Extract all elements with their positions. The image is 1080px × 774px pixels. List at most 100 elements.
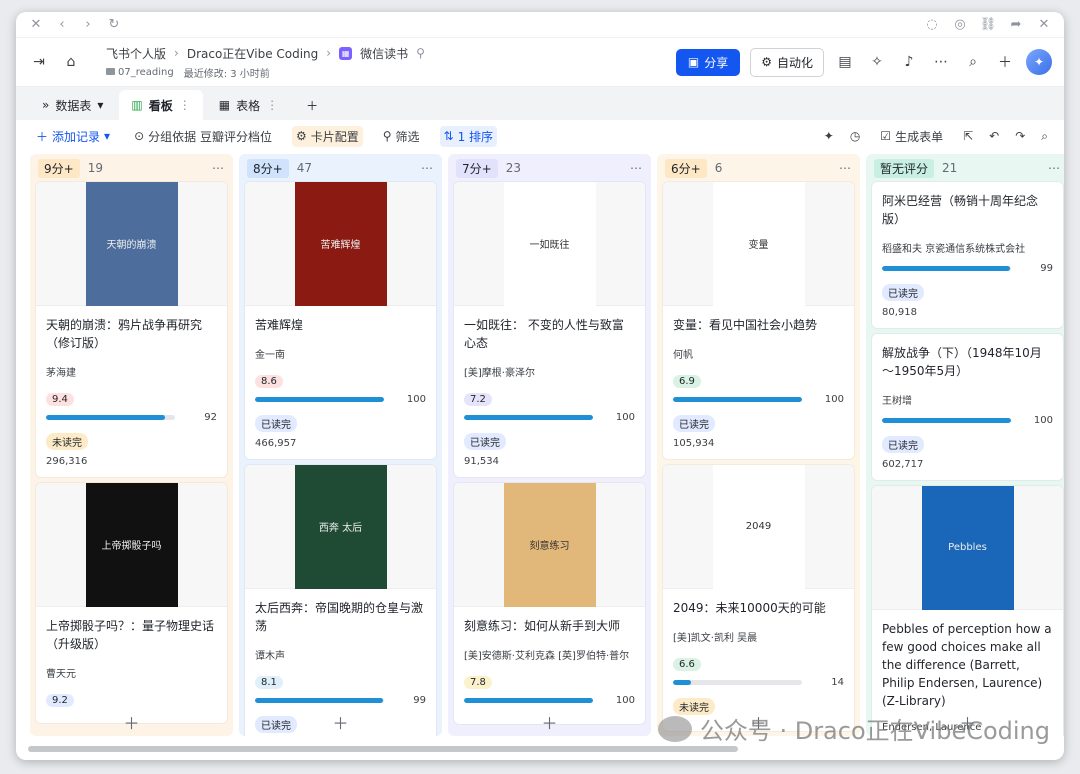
history-icon[interactable]: ◷ <box>850 129 860 143</box>
breadcrumb: 飞书个人版 › Draco正在Vibe Coding › ▦ 微信读书 ⚲ 07… <box>106 45 425 80</box>
close-icon[interactable]: ✕ <box>26 15 46 35</box>
record-card[interactable]: Pebbles Pebbles of perception how a few … <box>872 486 1063 736</box>
page-title[interactable]: 微信读书 <box>360 45 408 62</box>
sidebar-toggle-icon[interactable]: ⇥ <box>28 51 50 73</box>
folder-label[interactable]: 07_reading <box>106 67 174 78</box>
bell-icon[interactable]: ♪ <box>898 51 920 73</box>
automation-button[interactable]: ⚙ 自动化 <box>750 47 824 77</box>
redo-icon[interactable]: ↷ <box>1015 129 1025 143</box>
plus-icon[interactable]: ＋ <box>994 51 1016 73</box>
book-cover: 变量 <box>663 182 854 306</box>
cover-image: 天朝的崩溃 <box>85 182 178 306</box>
breadcrumb-item[interactable]: Draco正在Vibe Coding <box>187 45 318 62</box>
record-card[interactable]: 变量 变量：看见中国社会小趋势 何帆 6.9 100 已读完 105,934 <box>663 182 854 459</box>
expand-icon: » <box>42 98 50 112</box>
add-record-button[interactable]: ＋添加记录 ▾ <box>32 126 114 147</box>
column-more-icon[interactable]: ⋯ <box>839 161 852 175</box>
tab-label: 看板 <box>148 98 173 113</box>
column-tag: 7分+ <box>456 158 498 178</box>
ai-icon[interactable]: ✦ <box>824 129 834 143</box>
column-more-icon[interactable]: ⋯ <box>421 161 434 175</box>
wechat-logo-icon <box>657 715 692 742</box>
export-icon[interactable]: ⇱ <box>963 129 973 143</box>
book-cover: 苦难辉煌 <box>245 182 436 306</box>
column-more-icon[interactable]: ⋯ <box>212 161 225 175</box>
share-button[interactable]: ▣ 分享 <box>675 48 741 76</box>
reload-icon[interactable]: ↻ <box>104 15 124 35</box>
cover-text: 苦难辉煌 <box>320 240 361 251</box>
read-status-badge: 已读完 <box>882 436 924 453</box>
progress-bar <box>882 266 1011 271</box>
doc-info-icon[interactable]: ▤ <box>834 51 856 73</box>
column-more-icon[interactable]: ⋯ <box>1048 161 1061 175</box>
record-card[interactable]: 苦难辉煌 苦难辉煌 金一南 8.6 100 已读完 466,957 <box>245 182 436 459</box>
tab-more-icon[interactable]: ⋮ <box>179 98 191 112</box>
book-author: 谭木声 <box>255 651 285 662</box>
comment-icon[interactable]: ◌ <box>922 15 942 35</box>
cover-image: 上帝掷骰子吗 <box>85 483 178 607</box>
plugin-icon[interactable]: ✧ <box>866 51 888 73</box>
column-add-button[interactable]: ＋ <box>30 708 233 736</box>
word-count: 80,918 <box>882 307 917 318</box>
undo-icon[interactable]: ↶ <box>989 129 999 143</box>
progress-bar <box>46 415 175 420</box>
cover-image: Pebbles <box>921 486 1014 610</box>
tab-table[interactable]: ▦ 表格 ⋮ <box>207 90 290 120</box>
column-header[interactable]: 9分+ 19 ⋯ <box>30 154 233 182</box>
more-icon[interactable]: ⋯ <box>930 51 952 73</box>
forward-share-icon[interactable]: ➦ <box>1006 15 1026 35</box>
tab-label: 表格 <box>236 98 261 113</box>
record-card[interactable]: 西奔 太后 太后西奔：帝国晚期的仓皇与激荡 谭木声 8.1 99 已读完 <box>245 465 436 736</box>
record-card[interactable]: 天朝的崩溃 天朝的崩溃：鸦片战争再研究（修订版） 茅海建 9.4 92 未读完 29… <box>36 182 227 477</box>
column-add-button[interactable]: ＋ <box>239 708 442 736</box>
book-title: 解放战争（下）（1948年10月～1950年5月） <box>882 346 1042 378</box>
search-icon[interactable]: ⌕ <box>962 51 984 73</box>
add-view-button[interactable]: ＋ <box>294 90 330 120</box>
link-icon[interactable]: ⛓ <box>978 15 998 35</box>
column-add-button[interactable]: ＋ <box>448 708 651 736</box>
tab-board[interactable]: ▥ 看板 ⋮ <box>119 90 203 120</box>
avatar[interactable]: ✦ <box>1026 49 1052 75</box>
tab-datasheet[interactable]: » 数据表 ▾ <box>30 90 115 120</box>
card-body: 变量：看见中国社会小趋势 何帆 6.9 100 已读完 105,934 <box>663 306 854 459</box>
cover-image: 2049 <box>712 465 805 589</box>
record-card[interactable]: 解放战争（下）（1948年10月～1950年5月） 王树增 100 已读完 602… <box>872 334 1063 480</box>
sort-button[interactable]: ⇅ 1 排序 <box>439 125 498 147</box>
card-config-label: 卡片配置 <box>310 129 359 144</box>
word-count: 91,534 <box>464 456 499 467</box>
reading-progress: 100 <box>464 695 635 706</box>
column-header[interactable]: 6分+ 6 ⋯ <box>657 154 860 182</box>
filter-label: 筛选 <box>395 129 420 144</box>
group-by-button[interactable]: ⊙ 分组依据 豆瓣评分档位 <box>130 126 276 147</box>
progress-fill <box>46 415 165 420</box>
form-icon: ☑ <box>880 129 892 143</box>
search-records-icon[interactable]: ⌕ <box>1041 129 1048 144</box>
column-header[interactable]: 8分+ 47 ⋯ <box>239 154 442 182</box>
record-card[interactable]: 一如既往 一如既往： 不变的人性与致富心态 [美]摩根·豪泽尔 7.2 100 已… <box>454 182 645 477</box>
record-card[interactable]: 阿米巴经营（畅销十周年纪念版） 稻盛和夫 京瓷通信系统株式会社 99 已读完 80… <box>872 182 1063 328</box>
column-header[interactable]: 7分+ 23 ⋯ <box>448 154 651 182</box>
filter-button[interactable]: ⚲ 筛选 <box>379 126 424 147</box>
record-card[interactable]: 刻意练习 刻意练习：如何从新手到大师 [美]安德斯·艾利克森 [英]罗伯特·普尔… <box>454 483 645 724</box>
pin-icon[interactable]: ⚲ <box>416 46 425 60</box>
card-list: 天朝的崩溃 天朝的崩溃：鸦片战争再研究（修订版） 茅海建 9.4 92 未读完 29… <box>30 182 233 723</box>
word-count: 466,957 <box>255 438 297 449</box>
card-body: 解放战争（下）（1948年10月～1950年5月） 王树增 100 已读完 602… <box>872 334 1063 480</box>
chevron-right-icon: › <box>174 46 179 60</box>
forward-icon[interactable]: › <box>78 15 98 35</box>
breadcrumb-item[interactable]: 飞书个人版 <box>106 45 166 62</box>
generate-form-button[interactable]: ☑ 生成表单 <box>876 126 947 147</box>
last-modified: 最近修改: 3 小时前 <box>183 68 270 80</box>
column-header[interactable]: 暂无评分 21 ⋯ <box>866 154 1064 182</box>
tab-more-icon[interactable]: ⋮ <box>266 98 278 112</box>
close-window-icon[interactable]: ✕ <box>1034 15 1054 35</box>
home-icon[interactable]: ⌂ <box>60 51 82 73</box>
horizontal-scrollbar[interactable] <box>28 746 738 752</box>
card-config-button[interactable]: ⚙ 卡片配置 <box>291 125 363 147</box>
record-card[interactable]: 2049 2049：未来10000天的可能 [美]凯文·凯利 吴晨 6.6 14 … <box>663 465 854 731</box>
record-card[interactable]: 上帝掷骰子吗 上帝掷骰子吗？：量子物理史话（升级版） 曹天元 9.2 <box>36 483 227 723</box>
column-more-icon[interactable]: ⋯ <box>630 161 643 175</box>
compass-icon[interactable]: ◎ <box>950 15 970 35</box>
column-tag: 9分+ <box>38 158 80 178</box>
back-icon[interactable]: ‹ <box>52 15 72 35</box>
